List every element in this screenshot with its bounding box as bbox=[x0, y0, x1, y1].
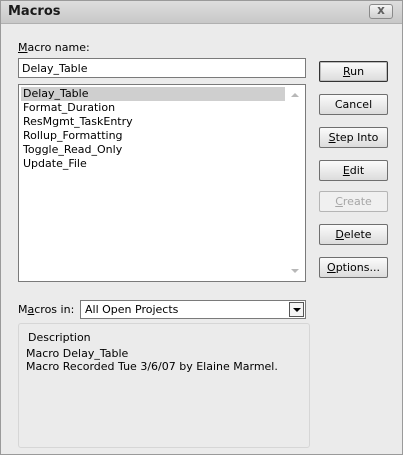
description-line-2: Macro Recorded Tue 3/6/07 by Elaine Marm… bbox=[26, 360, 278, 373]
scroll-down-icon[interactable] bbox=[291, 269, 299, 273]
description-line-1: Macro Delay_Table bbox=[26, 347, 129, 360]
edit-button[interactable]: Edit bbox=[319, 160, 388, 181]
list-item[interactable]: ResMgmt_TaskEntry bbox=[21, 115, 285, 129]
list-item[interactable]: Format_Duration bbox=[21, 101, 285, 115]
list-item[interactable]: Toggle_Read_Only bbox=[21, 143, 285, 157]
macro-name-label: Macro name: bbox=[18, 41, 90, 54]
run-button[interactable]: Run bbox=[319, 61, 388, 82]
close-button[interactable]: x bbox=[369, 3, 393, 19]
delete-button[interactable]: Delete bbox=[319, 224, 388, 245]
step-into-button[interactable]: Step Into bbox=[319, 127, 388, 148]
macros-in-value: All Open Projects bbox=[85, 303, 179, 316]
macro-list-scrollbar[interactable] bbox=[287, 86, 304, 280]
list-item[interactable]: Update_File bbox=[21, 157, 285, 171]
macros-in-select[interactable]: All Open Projects bbox=[80, 300, 306, 319]
description-label: Description bbox=[26, 331, 93, 344]
macro-list[interactable]: Delay_Table Format_Duration ResMgmt_TaskEn… bbox=[18, 84, 306, 282]
create-button[interactable]: Create bbox=[319, 191, 388, 212]
list-item[interactable]: Rollup_Formatting bbox=[21, 129, 285, 143]
title-bar: Macros x bbox=[1, 1, 402, 24]
macro-name-input[interactable] bbox=[18, 58, 306, 78]
macros-in-label: Macros in: bbox=[18, 303, 75, 316]
chevron-down-icon[interactable] bbox=[289, 302, 304, 317]
close-icon: x bbox=[377, 3, 385, 17]
macro-list-items: Delay_Table Format_Duration ResMgmt_TaskEn… bbox=[21, 87, 285, 171]
list-item[interactable]: Delay_Table bbox=[21, 87, 285, 101]
dialog-title: Macros bbox=[8, 4, 61, 19]
scroll-up-icon[interactable] bbox=[291, 93, 299, 97]
options-button[interactable]: Options... bbox=[319, 257, 388, 278]
cancel-button[interactable]: Cancel bbox=[319, 94, 388, 115]
description-text: Macro Delay_Table Macro Recorded Tue 3/6… bbox=[26, 347, 278, 373]
macros-dialog: Macros x Macro name: Delay_TableFormat_D… bbox=[0, 0, 403, 455]
